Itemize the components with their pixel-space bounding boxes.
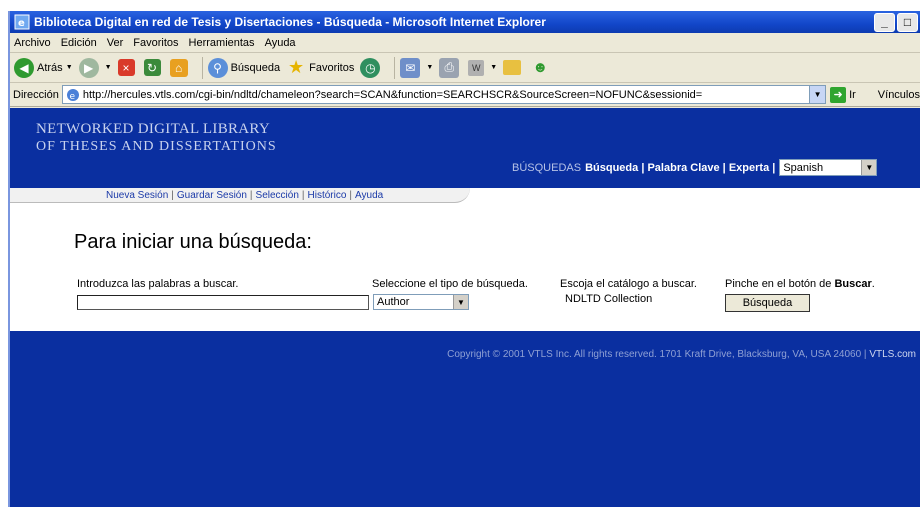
button-hint-bold: Buscar (834, 278, 872, 290)
go-label: Ir (849, 88, 856, 101)
refresh-button[interactable]: ↻ (143, 59, 164, 76)
print-button[interactable]: ⎙ (439, 57, 462, 78)
messenger-button[interactable]: ☻ (530, 58, 553, 78)
star-icon: ★ (288, 57, 305, 77)
catalog-value: NDLTD Collection (565, 293, 653, 305)
search-type-label: Seleccione el tipo de búsqueda. (372, 278, 528, 290)
nav-selection[interactable]: Selección (256, 190, 299, 201)
nav-history[interactable]: Histórico (308, 190, 347, 201)
search-expert-link[interactable]: Experta (729, 162, 769, 174)
submit-search-button[interactable]: Búsqueda (725, 294, 810, 312)
nav-help[interactable]: Ayuda (355, 190, 383, 201)
keywords-input[interactable] (77, 295, 369, 310)
site-logo-line1[interactable]: NETWORKED DIGITAL LIBRARY (36, 121, 270, 138)
window-title: Biblioteca Digital en red de Tesis y Dis… (34, 15, 546, 29)
favorites-button[interactable]: ★ Favoritos (286, 57, 355, 78)
search-label: Búsqueda (230, 61, 281, 74)
nav-save-session[interactable]: Guardar Sesión (177, 190, 247, 201)
edit-button[interactable]: W ▼ (468, 59, 498, 76)
language-value: Spanish (783, 161, 824, 174)
chevron-down-icon: ▼ (453, 295, 468, 309)
edit-page-icon: W (468, 59, 485, 76)
menu-herramientas[interactable]: Herramientas (189, 37, 255, 49)
mail-icon: ✉ (400, 57, 421, 78)
address-label: Dirección (13, 88, 59, 101)
page-icon: e (66, 88, 79, 102)
back-arrow-icon: ◀ (14, 57, 34, 78)
search-basic-link[interactable]: Búsqueda (585, 162, 638, 174)
history-icon: ◷ (360, 57, 381, 78)
toolbar: ◀ Atrás ▼ ▶ ▼ × ↻ ⌂ ⚲ Búsqueda ★ Favorit… (10, 53, 920, 83)
home-icon: ⌂ (169, 58, 188, 77)
toolbar-separator (394, 56, 396, 79)
go-button[interactable]: ➜ Ir (830, 86, 856, 103)
folder-button[interactable] (503, 60, 524, 75)
copyright-line: Copyright © 2001 VTLS Inc. All rights re… (447, 349, 867, 360)
browser-window: e Biblioteca Digital en red de Tesis y D… (8, 11, 920, 507)
site-banner: NETWORKED DIGITAL LIBRARY OF THESES AND … (10, 108, 920, 188)
menu-edicion[interactable]: Edición (61, 37, 97, 49)
site-logo-line2[interactable]: OF THESES AND DISSERTATIONS (36, 139, 277, 155)
title-bar: e Biblioteca Digital en red de Tesis y D… (10, 11, 920, 33)
search-nav-caption: BÚSQUEDAS (512, 161, 582, 174)
ie-app-icon: e (14, 14, 30, 30)
copyright-text: Copyright © 2001 VTLS Inc. All rights re… (447, 349, 916, 360)
chevron-down-icon: ▼ (104, 64, 112, 71)
back-button[interactable]: ◀ Atrás ▼ (14, 57, 73, 78)
session-nav: Nueva Sesión | Guardar Sesión | Selección |… (10, 188, 470, 203)
links-button[interactable]: Vínculos (878, 89, 920, 101)
chevron-down-icon[interactable]: ▼ (809, 86, 826, 103)
page-content: NETWORKED DIGITAL LIBRARY OF THESES AND … (10, 108, 920, 507)
vtls-link[interactable]: VTLS.com (869, 349, 916, 360)
svg-text:e: e (18, 18, 25, 29)
refresh-icon: ↻ (143, 59, 161, 76)
minimize-button[interactable]: _ (874, 12, 895, 32)
page-title: Para iniciar una búsqueda: (74, 231, 312, 253)
search-type-select[interactable]: Author ▼ (373, 294, 469, 310)
search-type-nav: BÚSQUEDAS Búsqueda | Palabra Clave | Exp… (512, 159, 878, 176)
menu-favoritos[interactable]: Favoritos (133, 37, 178, 49)
address-url: http://hercules.vtls.com/cgi-bin/ndltd/c… (82, 88, 703, 101)
back-label: Atrás (37, 61, 63, 74)
menu-bar: Archivo Edición Ver Favoritos Herramient… (10, 33, 920, 53)
chevron-down-icon: ▼ (861, 160, 877, 175)
history-button[interactable]: ◷ (360, 57, 383, 78)
footer: Copyright © 2001 VTLS Inc. All rights re… (10, 331, 920, 507)
keywords-label: Introduzca las palabras a buscar. (77, 278, 239, 290)
address-input[interactable]: e http://hercules.vtls.com/cgi-bin/ndltd… (61, 85, 827, 104)
forward-button[interactable]: ▶ ▼ (78, 57, 112, 78)
toolbar-separator (201, 56, 203, 79)
forward-arrow-icon: ▶ (78, 57, 99, 78)
search-button[interactable]: ⚲ Búsqueda (207, 57, 281, 78)
stop-icon: × (117, 59, 135, 76)
mail-button[interactable]: ✉ ▼ (400, 57, 434, 78)
button-hint-suffix: . (871, 278, 875, 290)
svg-text:e: e (69, 92, 75, 102)
chevron-down-icon: ▼ (65, 64, 73, 71)
menu-ver[interactable]: Ver (107, 37, 124, 49)
search-type-value: Author (377, 296, 410, 308)
chevron-down-icon: ▼ (490, 64, 498, 71)
button-hint-prefix: Pinche en el botón de (725, 278, 832, 290)
printer-icon: ⎙ (439, 57, 460, 78)
home-button[interactable]: ⌂ (169, 58, 191, 77)
favorites-label: Favoritos (309, 61, 355, 74)
chevron-down-icon: ▼ (426, 64, 434, 71)
go-arrow-icon: ➜ (830, 86, 847, 103)
folder-icon (503, 60, 522, 75)
search-keyword-link[interactable]: Palabra Clave (647, 162, 719, 174)
catalog-label: Escoja el catálogo a buscar. (560, 278, 697, 290)
maximize-button[interactable]: □ (897, 12, 918, 32)
nav-new-session[interactable]: Nueva Sesión (106, 190, 168, 201)
button-hint: Pinche en el botón de Buscar. (725, 278, 875, 290)
menu-ayuda[interactable]: Ayuda (265, 37, 296, 49)
menu-archivo[interactable]: Archivo (14, 37, 51, 49)
search-icon: ⚲ (207, 57, 228, 78)
language-select[interactable]: Spanish ▼ (779, 159, 878, 176)
address-bar: Dirección e http://hercules.vtls.com/cgi… (10, 83, 920, 107)
stop-button[interactable]: × (117, 59, 138, 76)
messenger-icon: ☻ (532, 59, 549, 76)
